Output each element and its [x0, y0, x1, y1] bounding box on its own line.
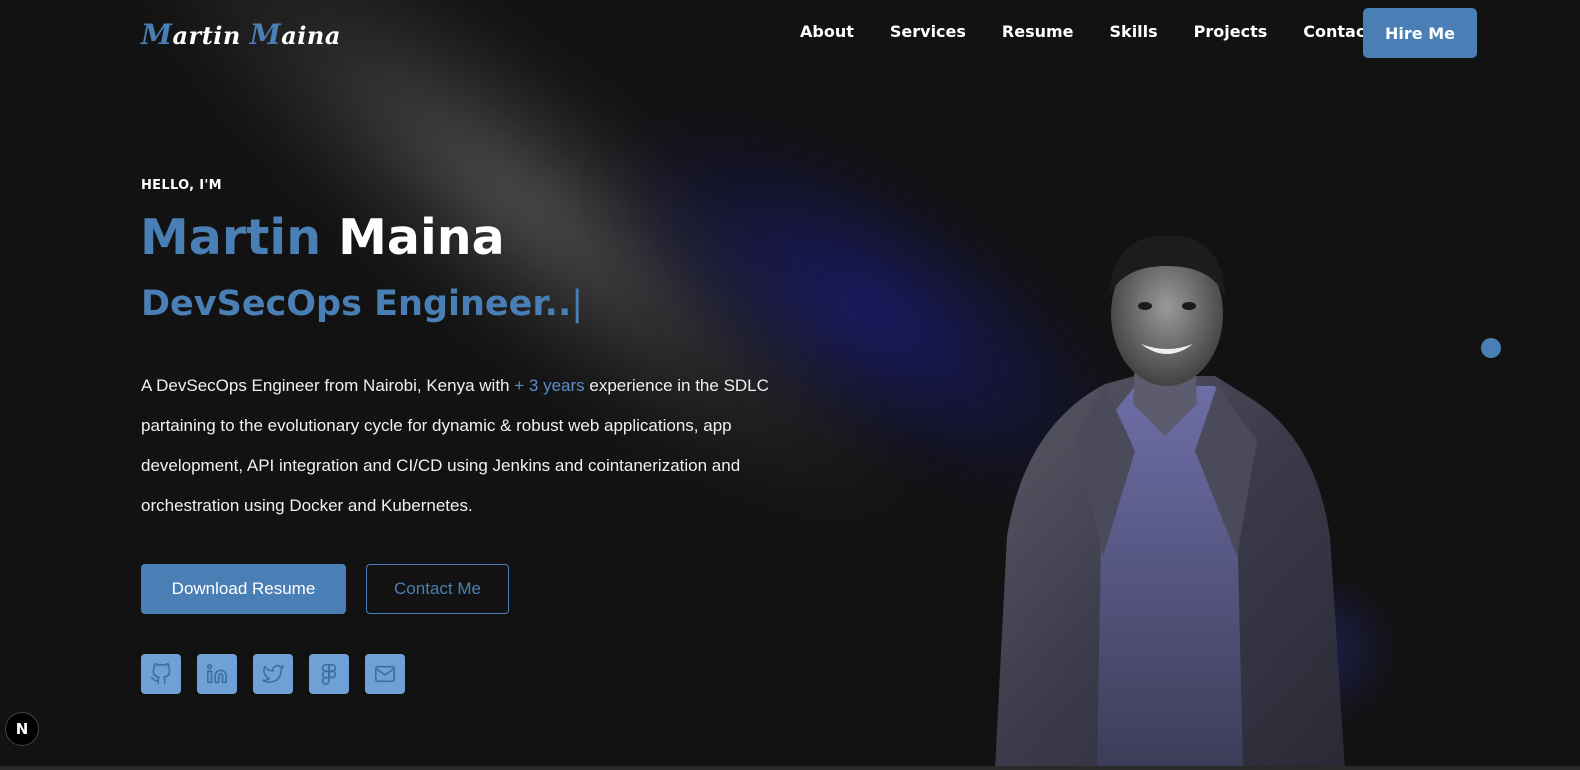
- nextjs-badge[interactable]: N: [5, 712, 39, 746]
- nav-link-about[interactable]: About: [800, 22, 854, 41]
- portrait-image: [995, 236, 1345, 770]
- navbar: Martin Maina About Services Resume Skill…: [0, 0, 1580, 64]
- bio-paragraph: A DevSecOps Engineer from Nairobi, Kenya…: [141, 366, 811, 526]
- bio-text-end: experience in the SDLC partaining to the…: [141, 376, 769, 515]
- twitter-icon: [262, 664, 284, 684]
- github-icon: [151, 663, 171, 684]
- first-name: Martin: [140, 209, 322, 266]
- hero-name: Martin Maina: [140, 208, 505, 268]
- scroll-indicator-dot[interactable]: [1481, 338, 1501, 358]
- logo-initial-last: M: [249, 18, 282, 51]
- nav-links: About Services Resume Skills Projects Co…: [800, 22, 1409, 41]
- contact-me-button[interactable]: Contact Me: [366, 564, 509, 614]
- role-text: DevSecOps Engineer..: [141, 284, 572, 324]
- social-links: [141, 654, 405, 694]
- logo-text-first: artin: [172, 21, 250, 50]
- logo-text-last: aina: [281, 21, 341, 50]
- bio-text-start: A DevSecOps Engineer from Nairobi, Kenya…: [141, 376, 515, 395]
- email-link[interactable]: [365, 654, 405, 694]
- logo[interactable]: Martin Maina: [141, 18, 341, 51]
- bottom-divider: [0, 766, 1580, 770]
- greeting: HELLO, I'M: [141, 178, 222, 193]
- nav-link-resume[interactable]: Resume: [1002, 22, 1074, 41]
- mail-icon: [375, 665, 395, 683]
- bio-highlight: + 3 years: [514, 376, 585, 395]
- nav-link-services[interactable]: Services: [890, 22, 966, 41]
- hire-me-button[interactable]: Hire Me: [1363, 8, 1477, 58]
- linkedin-link[interactable]: [197, 654, 237, 694]
- figma-link[interactable]: [309, 654, 349, 694]
- role-title: DevSecOps Engineer..|: [141, 282, 583, 326]
- github-link[interactable]: [141, 654, 181, 694]
- twitter-link[interactable]: [253, 654, 293, 694]
- nav-link-projects[interactable]: Projects: [1194, 22, 1268, 41]
- logo-initial-first: M: [141, 18, 173, 51]
- last-name: Maina: [338, 209, 505, 266]
- nav-link-skills[interactable]: Skills: [1110, 22, 1158, 41]
- linkedin-icon: [207, 664, 227, 684]
- typing-cursor: |: [571, 284, 584, 324]
- figma-icon: [321, 664, 337, 685]
- download-resume-button[interactable]: Download Resume: [141, 564, 346, 614]
